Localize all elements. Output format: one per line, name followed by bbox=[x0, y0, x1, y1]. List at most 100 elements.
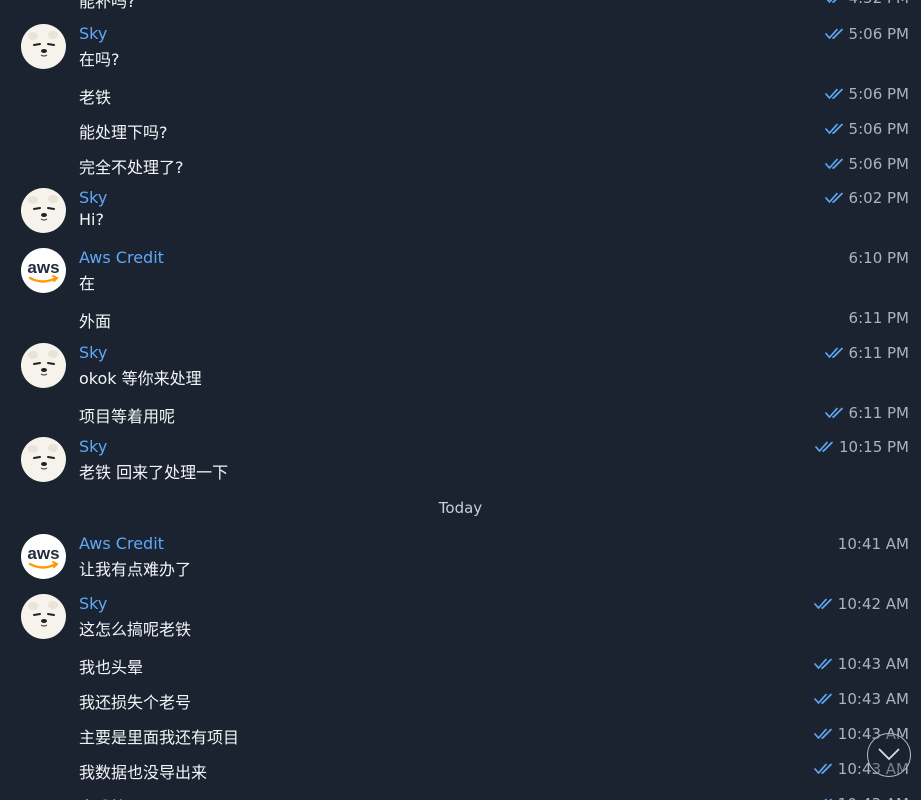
message-text: 老铁 bbox=[79, 88, 112, 107]
message-meta: 4:52 PM bbox=[825, 0, 909, 7]
message-row[interactable]: 主要是里面我还有项目 10:43 AM bbox=[0, 724, 921, 748]
message-row[interactable]: Sky 这怎么搞呢老铁 10:42 AM bbox=[0, 594, 921, 642]
polar-bear-icon[interactable] bbox=[21, 343, 66, 388]
double-check-icon bbox=[815, 441, 835, 453]
message-row[interactable]: 我还损失个老号 10:43 AM bbox=[0, 689, 921, 713]
message-text: 在吗? bbox=[79, 50, 120, 69]
chat-history[interactable]: 能补吗? 4:52 PM Sky 在吗? 5:06 PM 老铁 5:06 PM 能处理下吗? 5… bbox=[0, 0, 921, 800]
message-meta: 10:43 AM bbox=[813, 690, 909, 708]
double-check-icon bbox=[824, 158, 845, 170]
aws-logo-icon[interactable]: aws bbox=[21, 534, 66, 579]
message-text: 太难搞了 bbox=[79, 794, 143, 800]
double-check-icon bbox=[824, 123, 845, 135]
message-row[interactable]: Sky Hi? 6:02 PM bbox=[0, 188, 921, 236]
sender-name[interactable]: Sky bbox=[79, 188, 107, 207]
message-row[interactable]: Sky 老铁 回来了处理一下 10:15 PM bbox=[0, 437, 921, 485]
double-check-icon bbox=[824, 347, 845, 359]
message-row[interactable]: 老铁 5:06 PM bbox=[0, 84, 921, 108]
double-check-icon bbox=[824, 192, 845, 204]
message-text: 老铁 回来了处理一下 bbox=[79, 463, 229, 482]
message-row[interactable]: 外面 6:11 PM bbox=[0, 308, 921, 332]
message-time: 5:06 PM bbox=[848, 25, 909, 43]
message-meta: 10:42 AM bbox=[813, 595, 909, 613]
message-row[interactable]: 能处理下吗? 5:06 PM bbox=[0, 119, 921, 143]
message-meta: 10:15 PM bbox=[815, 438, 909, 456]
message-meta: 6:11 PM bbox=[824, 404, 909, 422]
polar-bear-icon[interactable] bbox=[21, 188, 66, 233]
message-time: 5:06 PM bbox=[848, 155, 909, 173]
double-check-icon bbox=[813, 693, 834, 705]
sender-name[interactable]: Sky bbox=[79, 594, 107, 613]
message-text: 完全不处理了? bbox=[79, 158, 184, 177]
polar-bear-icon[interactable] bbox=[21, 594, 66, 639]
message-time: 10:43 AM bbox=[838, 795, 909, 800]
message-meta: 6:11 PM bbox=[824, 344, 909, 362]
message-text: 我还损失个老号 bbox=[79, 693, 192, 712]
message-time: 6:11 PM bbox=[848, 404, 909, 422]
sender-name[interactable]: Sky bbox=[79, 437, 107, 456]
message-meta: 6:02 PM bbox=[824, 189, 909, 207]
date-separator: Today bbox=[438, 499, 483, 517]
polar-bear-icon[interactable] bbox=[21, 24, 66, 69]
message-meta: 5:06 PM bbox=[824, 25, 909, 43]
message-time: 10:43 AM bbox=[837, 655, 909, 673]
svg-text:aws: aws bbox=[27, 258, 59, 277]
message-time: 10:15 PM bbox=[839, 438, 909, 456]
sender-name[interactable]: Aws Credit bbox=[79, 534, 164, 553]
message-text: 外面 bbox=[79, 312, 112, 331]
scroll-to-bottom-button[interactable] bbox=[867, 733, 911, 777]
polar-bear-icon[interactable] bbox=[21, 437, 66, 482]
message-time: 6:11 PM bbox=[848, 309, 909, 327]
message-row[interactable]: Sky 在吗? 5:06 PM bbox=[0, 24, 921, 72]
double-check-icon bbox=[824, 88, 845, 100]
message-time: 4:52 PM bbox=[849, 0, 909, 7]
double-check-icon bbox=[813, 728, 834, 740]
message-row[interactable]: 我也头晕 10:43 AM bbox=[0, 654, 921, 678]
double-check-icon bbox=[813, 658, 834, 670]
message-row[interactable]: 能补吗? 4:52 PM bbox=[0, 0, 921, 12]
message-text: 能处理下吗? bbox=[79, 123, 168, 142]
message-meta: 6:11 PM bbox=[849, 309, 909, 327]
double-check-icon bbox=[824, 407, 845, 419]
message-meta: 10:43 AM bbox=[814, 795, 909, 800]
message-row[interactable]: aws Aws Credit 让我有点难办了 10:41 AM bbox=[0, 534, 921, 582]
message-text: 主要是里面我还有项目 bbox=[79, 728, 240, 747]
message-meta: 6:10 PM bbox=[849, 249, 909, 267]
message-row[interactable]: 完全不处理了? 5:06 PM bbox=[0, 154, 921, 178]
message-row[interactable]: Sky okok 等你来处理 6:11 PM bbox=[0, 343, 921, 391]
double-check-icon bbox=[813, 763, 834, 775]
message-text: 在 bbox=[79, 274, 96, 293]
message-time: 10:41 AM bbox=[837, 535, 909, 553]
double-check-icon bbox=[825, 0, 845, 4]
message-text: 项目等着用呢 bbox=[79, 407, 176, 426]
message-text: Hi? bbox=[79, 210, 104, 229]
svg-text:aws: aws bbox=[27, 544, 59, 563]
message-time: 6:02 PM bbox=[848, 189, 909, 207]
message-row[interactable]: 项目等着用呢 6:11 PM bbox=[0, 403, 921, 427]
double-check-icon bbox=[824, 28, 845, 40]
message-time: 5:06 PM bbox=[848, 120, 909, 138]
sender-name[interactable]: Sky bbox=[79, 24, 107, 43]
message-row[interactable]: aws Aws Credit 在 6:10 PM bbox=[0, 248, 921, 296]
message-meta: 5:06 PM bbox=[824, 120, 909, 138]
message-row[interactable]: 我数据也没导出来 10:43 AM bbox=[0, 759, 921, 783]
message-meta: 5:06 PM bbox=[824, 85, 909, 103]
message-text: 我数据也没导出来 bbox=[79, 763, 208, 782]
message-text: 这怎么搞呢老铁 bbox=[79, 620, 192, 639]
aws-logo-icon[interactable]: aws bbox=[21, 248, 66, 293]
message-meta: 5:06 PM bbox=[824, 155, 909, 173]
message-time: 6:11 PM bbox=[848, 344, 909, 362]
message-time: 10:43 AM bbox=[837, 690, 909, 708]
message-text: okok 等你来处理 bbox=[79, 369, 202, 388]
sender-name[interactable]: Aws Credit bbox=[79, 248, 164, 267]
message-meta: 10:41 AM bbox=[838, 535, 909, 553]
message-row[interactable]: 太难搞了 10:43 AM bbox=[0, 794, 921, 800]
message-time: 10:42 AM bbox=[837, 595, 909, 613]
double-check-icon bbox=[813, 598, 834, 610]
sender-name[interactable]: Sky bbox=[79, 343, 107, 362]
message-text: 能补吗? bbox=[79, 0, 136, 11]
message-time: 5:06 PM bbox=[848, 85, 909, 103]
chevron-down-icon bbox=[878, 748, 900, 761]
message-time: 6:10 PM bbox=[848, 249, 909, 267]
message-meta: 10:43 AM bbox=[813, 655, 909, 673]
